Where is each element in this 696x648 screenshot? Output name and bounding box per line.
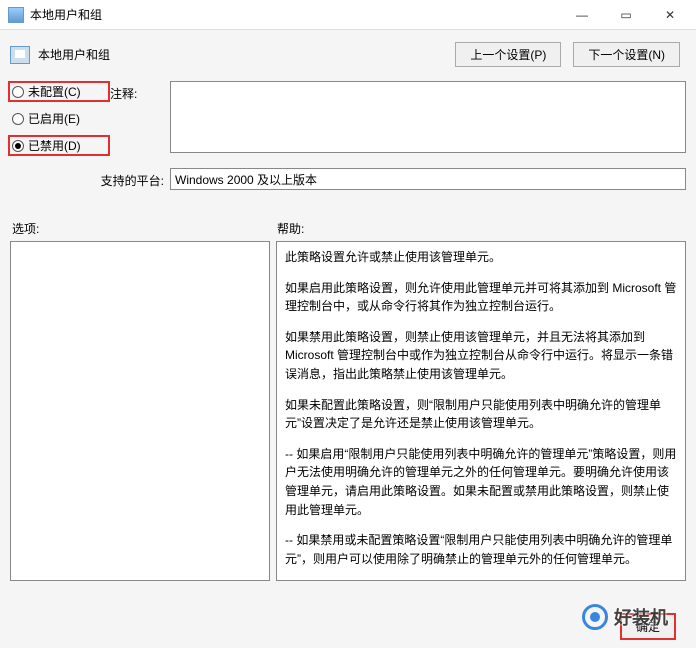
comment-input[interactable]	[170, 81, 686, 153]
radio-icon	[12, 86, 24, 98]
help-text-scroll[interactable]: 此策略设置允许或禁止使用该管理单元。 如果启用此策略设置，则允许使用此管理单元并…	[277, 242, 685, 580]
panels: 此策略设置允许或禁止使用该管理单元。 如果启用此策略设置，则允许使用此管理单元并…	[10, 241, 686, 581]
radio-disabled[interactable]: 已禁用(D)	[8, 135, 110, 156]
help-para: 如果禁用此策略设置，则禁止使用该管理单元，并且无法将其添加到 Microsoft…	[285, 328, 677, 384]
comment-label: 注释:	[110, 81, 170, 160]
close-button[interactable]: ✕	[648, 1, 692, 29]
policy-icon	[10, 46, 30, 64]
help-panel: 此策略设置允许或禁止使用该管理单元。 如果启用此策略设置，则允许使用此管理单元并…	[276, 241, 686, 581]
radio-label: 已禁用(D)	[28, 137, 81, 154]
radio-label: 未配置(C)	[28, 83, 81, 100]
panel-labels: 选项: 帮助:	[10, 220, 686, 237]
platform-value[interactable]: Windows 2000 及以上版本	[170, 168, 686, 190]
radio-not-configured[interactable]: 未配置(C)	[8, 81, 110, 102]
footer: 确定	[620, 613, 676, 640]
platform-row: 支持的平台: Windows 2000 及以上版本	[10, 168, 686, 190]
config-row: 未配置(C) 已启用(E) 已禁用(D) 注释:	[10, 81, 686, 160]
watermark-logo-icon	[582, 604, 608, 630]
help-para: 如果未配置此策略设置，则“限制用户只能使用列表中明确允许的管理单元”设置决定了是…	[285, 396, 677, 433]
titlebar: 本地用户和组 — ▭ ✕	[0, 0, 696, 30]
window-title: 本地用户和组	[30, 6, 102, 23]
radio-icon	[12, 113, 24, 125]
options-label: 选项:	[12, 220, 277, 237]
app-icon	[8, 7, 24, 23]
radio-icon	[12, 140, 24, 152]
header-row: 本地用户和组 上一个设置(P) 下一个设置(N)	[10, 36, 686, 77]
prev-setting-button[interactable]: 上一个设置(P)	[455, 42, 561, 67]
options-panel[interactable]	[10, 241, 270, 581]
radio-group: 未配置(C) 已启用(E) 已禁用(D)	[10, 81, 110, 160]
page-title: 本地用户和组	[38, 46, 110, 63]
help-para: 如果启用此策略设置，则允许使用此管理单元并可将其添加到 Microsoft 管理…	[285, 279, 677, 316]
platform-label: 支持的平台:	[10, 170, 170, 189]
help-para: 此策略设置允许或禁止使用该管理单元。	[285, 248, 677, 267]
next-setting-button[interactable]: 下一个设置(N)	[573, 42, 680, 67]
radio-enabled[interactable]: 已启用(E)	[10, 106, 110, 131]
help-para: -- 如果禁用或未配置策略设置“限制用户只能使用列表中明确允许的管理单元”，则用…	[285, 531, 677, 568]
help-label: 帮助:	[277, 220, 304, 237]
maximize-button[interactable]: ▭	[604, 1, 648, 29]
ok-button[interactable]: 确定	[620, 613, 676, 640]
dialog-content: 本地用户和组 上一个设置(P) 下一个设置(N) 未配置(C) 已启用(E) 已…	[0, 30, 696, 648]
help-para: -- 如果启用“限制用户只能使用列表中明确允许的管理单元”策略设置，则用户无法使…	[285, 445, 677, 519]
radio-label: 已启用(E)	[28, 110, 80, 127]
minimize-button[interactable]: —	[560, 1, 604, 29]
